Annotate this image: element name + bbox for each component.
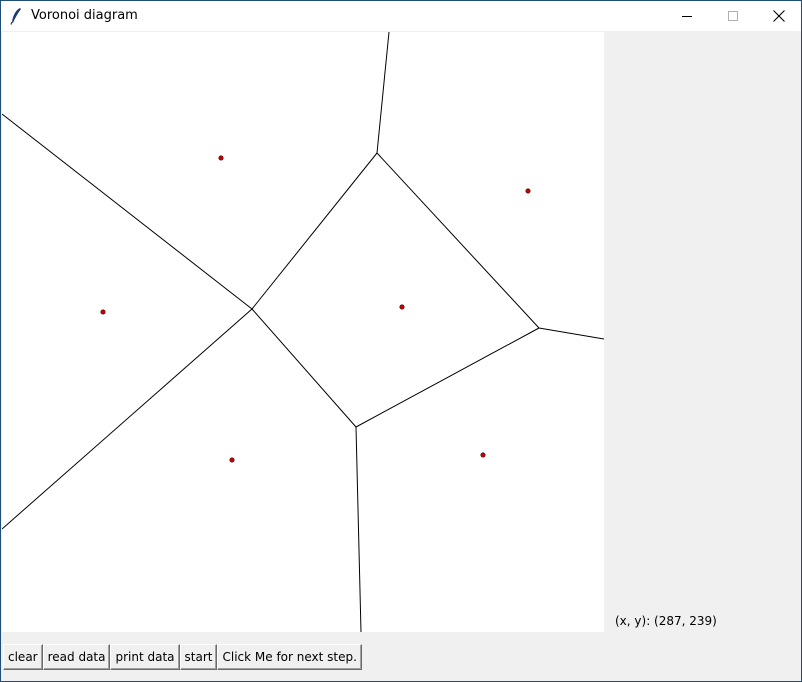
close-button[interactable]	[756, 1, 802, 31]
read-data-button[interactable]: read data	[42, 644, 111, 670]
clear-button[interactable]: clear	[3, 644, 43, 670]
voronoi-canvas[interactable]	[2, 32, 604, 632]
voronoi-edge	[2, 308, 253, 530]
voronoi-edge	[355, 426, 362, 632]
voronoi-site	[399, 304, 405, 310]
start-button[interactable]: start	[179, 644, 218, 670]
maximize-icon	[728, 11, 738, 21]
voronoi-edge	[2, 113, 253, 310]
voronoi-site	[480, 452, 486, 458]
title-bar[interactable]: Voronoi diagram	[1, 0, 801, 31]
print-data-button[interactable]: print data	[110, 644, 180, 670]
voronoi-site	[100, 309, 106, 315]
voronoi-drawing	[2, 32, 604, 632]
minimize-icon	[682, 11, 692, 21]
window-title: Voronoi diagram	[31, 8, 138, 23]
maximize-button[interactable]	[710, 1, 756, 31]
voronoi-edge	[355, 327, 540, 428]
voronoi-edge	[251, 308, 357, 428]
close-icon	[773, 10, 785, 22]
coordinate-readout: (x, y): (287, 239)	[615, 614, 717, 628]
feather-icon	[9, 7, 23, 25]
app-window: Voronoi diagram (x, y): (287, 239) clear	[0, 0, 802, 682]
voronoi-site	[229, 457, 235, 463]
voronoi-site	[525, 188, 531, 194]
voronoi-edge	[376, 152, 540, 329]
toolbar: clear read data print data start Click M…	[3, 644, 362, 670]
voronoi-site	[218, 155, 224, 161]
voronoi-edge	[538, 327, 604, 340]
voronoi-edge	[251, 152, 378, 310]
next-step-button[interactable]: Click Me for next step.	[217, 644, 362, 670]
voronoi-edge	[376, 32, 390, 154]
minimize-button[interactable]	[664, 1, 710, 31]
